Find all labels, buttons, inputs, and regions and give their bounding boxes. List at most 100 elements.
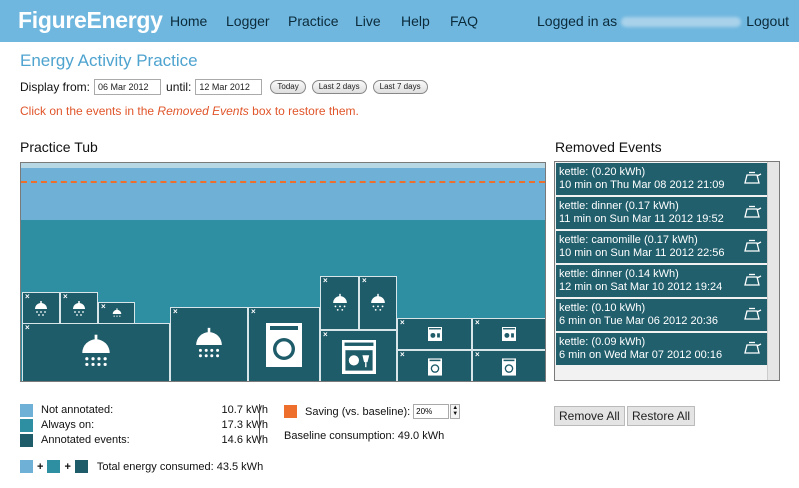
shower-icon bbox=[332, 293, 347, 311]
last-2-days-button[interactable]: Last 2 days bbox=[311, 80, 367, 94]
removed-event-title: kettle: dinner (0.17 kWh) bbox=[559, 200, 679, 212]
legend-annotated: Annotated events: 14.6 kWh bbox=[20, 433, 268, 447]
top-nav-bar: FigureEnergy Home Logger Practice Live H… bbox=[0, 0, 799, 42]
shower-icon bbox=[196, 327, 222, 358]
removed-event-detail: 12 min on Sat Mar 10 2012 19:24 bbox=[559, 281, 723, 293]
display-from-label: Display from: bbox=[20, 80, 91, 94]
removed-event-detail: 10 min on Sun Mar 11 2012 22:56 bbox=[559, 247, 725, 259]
login-info: Logged in as Logout bbox=[537, 13, 789, 29]
until-date-input[interactable] bbox=[195, 79, 263, 95]
kettle-icon bbox=[744, 307, 762, 320]
practice-tub-title: Practice Tub bbox=[20, 139, 98, 155]
saving-spinner[interactable]: ▲ ▼ bbox=[450, 404, 461, 419]
last-7-days-button[interactable]: Last 7 days bbox=[372, 80, 428, 94]
event-block-shower[interactable]: × bbox=[320, 276, 359, 330]
kettle-appliance-icon bbox=[502, 327, 516, 341]
removed-event-item[interactable]: kettle: (0.09 kWh) 6 min on Wed Mar 07 2… bbox=[556, 333, 767, 365]
removed-event-item[interactable]: kettle: (0.10 kWh) 6 min on Tue Mar 06 2… bbox=[556, 299, 767, 331]
instruction-text: Click on the events in the Removed Event… bbox=[20, 104, 359, 118]
removed-event-title: kettle: (0.10 kWh) bbox=[559, 302, 646, 314]
practice-tub: × × × × × × × × × × × × × bbox=[20, 162, 546, 382]
remove-icon[interactable]: × bbox=[475, 318, 480, 327]
removed-event-item[interactable]: kettle: dinner (0.17 kWh) 11 min on Sun … bbox=[556, 197, 767, 229]
event-block-shower[interactable]: × bbox=[22, 292, 60, 326]
removed-event-detail: 6 min on Tue Mar 06 2012 20:36 bbox=[559, 315, 718, 327]
instruction-emphasis: Removed Events bbox=[157, 104, 249, 118]
removed-events-list[interactable]: kettle: (0.20 kWh) 10 min on Thu Mar 08 … bbox=[554, 161, 780, 381]
restore-all-button[interactable]: Restore All bbox=[627, 406, 696, 426]
remove-icon[interactable]: × bbox=[173, 307, 178, 316]
remove-all-button[interactable]: Remove All bbox=[554, 406, 625, 426]
removed-event-title: kettle: dinner (0.14 kWh) bbox=[559, 268, 679, 280]
remove-icon[interactable]: × bbox=[101, 302, 106, 311]
from-date-input[interactable] bbox=[94, 79, 162, 95]
nav-live[interactable]: Live bbox=[355, 13, 381, 29]
nav-home[interactable]: Home bbox=[170, 13, 207, 29]
dishwasher-icon bbox=[341, 339, 376, 374]
removed-events-scrollbar[interactable] bbox=[767, 162, 779, 380]
saving-percent-input[interactable] bbox=[413, 404, 450, 419]
remove-icon[interactable]: × bbox=[25, 292, 30, 301]
event-block-kettle[interactable]: × bbox=[472, 318, 545, 350]
shower-icon bbox=[112, 308, 121, 317]
instruction-after: box to restore them. bbox=[248, 104, 359, 118]
legend-value: 17.3 kWh bbox=[221, 419, 268, 431]
nav-help[interactable]: Help bbox=[401, 13, 430, 29]
event-block-dishwasher[interactable]: × bbox=[320, 330, 397, 381]
removed-event-item[interactable]: kettle: dinner (0.14 kWh) 12 min on Sat … bbox=[556, 265, 767, 297]
page-title: Energy Activity Practice bbox=[20, 51, 198, 70]
event-block-microwave[interactable]: × bbox=[397, 318, 472, 350]
removed-event-title: kettle: (0.20 kWh) bbox=[559, 166, 646, 178]
shower-icon bbox=[82, 334, 110, 367]
kettle-icon bbox=[744, 205, 762, 218]
event-block-shower[interactable]: × bbox=[359, 276, 397, 330]
remove-icon[interactable]: × bbox=[251, 307, 256, 316]
removed-event-item[interactable]: kettle: camomille (0.17 kWh) 10 min on S… bbox=[556, 231, 767, 263]
event-block-washing-machine[interactable]: × bbox=[248, 307, 320, 381]
legend-value: 10.7 kWh bbox=[221, 404, 268, 416]
app-logo[interactable]: FigureEnergy bbox=[18, 7, 163, 34]
removed-event-item[interactable]: kettle: (0.20 kWh) 10 min on Thu Mar 08 … bbox=[556, 163, 767, 195]
legend-not-annotated: Not annotated: 10.7 kWh bbox=[20, 403, 268, 417]
baseline-consumption: Baseline consumption: 49.0 kWh bbox=[284, 430, 445, 442]
saving-control: Saving (vs. baseline): ▲▼ bbox=[284, 404, 461, 419]
washing-machine-icon bbox=[266, 323, 302, 367]
saving-swatch bbox=[284, 405, 297, 418]
removed-event-detail: 6 min on Wed Mar 07 2012 00:16 bbox=[559, 349, 723, 361]
today-button[interactable]: Today bbox=[270, 80, 306, 94]
microwave-icon bbox=[427, 327, 442, 341]
removed-event-detail: 11 min on Sun Mar 11 2012 19:52 bbox=[559, 213, 724, 225]
remove-icon[interactable]: × bbox=[362, 276, 367, 285]
nav-practice[interactable]: Practice bbox=[288, 13, 339, 29]
legend-label: Annotated events: bbox=[41, 434, 130, 446]
remove-icon[interactable]: × bbox=[63, 292, 68, 301]
not-annotated-swatch bbox=[20, 403, 33, 417]
remove-icon[interactable]: × bbox=[475, 350, 480, 359]
nav-logger[interactable]: Logger bbox=[226, 13, 270, 29]
removed-event-title: kettle: camomille (0.17 kWh) bbox=[559, 234, 698, 246]
event-block-shower[interactable]: × bbox=[22, 323, 170, 381]
remove-icon[interactable]: × bbox=[323, 276, 328, 285]
event-block-washing-machine[interactable]: × bbox=[397, 350, 472, 381]
legend-always-on: Always on: 17.3 kWh bbox=[20, 418, 268, 432]
remove-icon[interactable]: × bbox=[400, 318, 405, 327]
kettle-icon bbox=[744, 273, 762, 286]
event-block-washing-machine[interactable]: × bbox=[472, 350, 545, 381]
event-block-shower[interactable]: × bbox=[60, 292, 98, 326]
always-on-swatch bbox=[20, 418, 33, 432]
kettle-icon bbox=[744, 239, 762, 252]
redacted-email bbox=[621, 17, 742, 28]
remove-icon[interactable]: × bbox=[400, 350, 405, 359]
event-block-shower[interactable]: × bbox=[170, 307, 248, 381]
not-annotated-swatch bbox=[20, 460, 33, 473]
until-label: until: bbox=[166, 80, 192, 94]
plus-sign: + bbox=[37, 460, 44, 473]
remove-icon[interactable]: × bbox=[323, 330, 328, 339]
logout-link[interactable]: Logout bbox=[746, 13, 789, 29]
annotated-swatch bbox=[74, 460, 88, 473]
removed-events-title: Removed Events bbox=[555, 139, 662, 155]
shower-icon bbox=[371, 293, 385, 311]
removed-event-title: kettle: (0.09 kWh) bbox=[559, 336, 646, 348]
nav-faq[interactable]: FAQ bbox=[450, 13, 478, 29]
remove-icon[interactable]: × bbox=[25, 323, 30, 332]
